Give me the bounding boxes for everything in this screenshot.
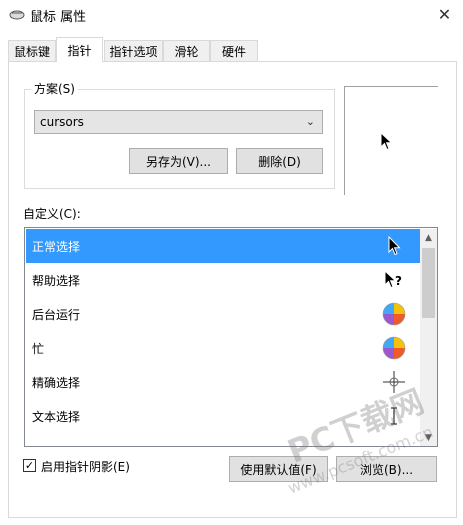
- busy-wheel-icon: [382, 336, 406, 360]
- list-item-label: 忙: [32, 342, 45, 356]
- tab-mouse-buttons[interactable]: 鼠标键: [8, 40, 56, 61]
- scheme-label: 方案(S): [31, 80, 78, 97]
- mouse-icon: [9, 10, 25, 20]
- scheme-dropdown[interactable]: cursors ⌄: [34, 110, 323, 134]
- scheme-selected-value: cursors: [40, 115, 84, 129]
- close-icon: ✕: [437, 5, 452, 24]
- arrow-cursor-icon: [380, 132, 393, 151]
- chevron-down-icon: ⌄: [305, 115, 315, 128]
- tab-wheel[interactable]: 滑轮: [163, 40, 210, 61]
- shadow-label[interactable]: 启用指针阴影(E): [41, 458, 130, 475]
- close-button[interactable]: ✕: [426, 0, 463, 29]
- list-item[interactable]: 帮助选择 ?: [26, 263, 420, 297]
- shadow-checkbox[interactable]: ✓: [23, 459, 36, 472]
- save-as-button[interactable]: 另存为(V)...: [129, 148, 228, 174]
- help-cursor-icon: ?: [384, 269, 402, 289]
- list-item-label: 帮助选择: [32, 274, 81, 288]
- tab-pointers[interactable]: 指针: [56, 37, 103, 62]
- list-item-label: 精确选择: [32, 376, 81, 390]
- list-item[interactable]: 正常选择: [26, 229, 420, 263]
- scheme-group: [24, 89, 335, 189]
- list-item[interactable]: 忙: [26, 331, 420, 365]
- arrow-cursor-icon: [388, 235, 401, 256]
- scroll-up-icon[interactable]: ▲: [420, 229, 437, 246]
- list-item-label: 文本选择: [32, 410, 81, 424]
- list-item[interactable]: 后台运行: [26, 297, 420, 331]
- list-item-label: 后台运行: [32, 308, 81, 322]
- scroll-thumb[interactable]: [422, 248, 435, 318]
- checkmark-icon: ✓: [24, 459, 35, 472]
- list-item[interactable]: 精确选择: [26, 365, 420, 399]
- busy-wheel-icon: [382, 302, 406, 326]
- delete-button[interactable]: 删除(D): [236, 148, 323, 174]
- tab-pointer-options[interactable]: 指针选项: [104, 40, 163, 61]
- tab-hardware[interactable]: 硬件: [210, 40, 258, 61]
- custom-label: 自定义(C):: [23, 207, 81, 221]
- list-item-label: 正常选择: [32, 240, 81, 254]
- window-title: 鼠标 属性: [30, 10, 87, 25]
- svg-text:?: ?: [395, 274, 402, 288]
